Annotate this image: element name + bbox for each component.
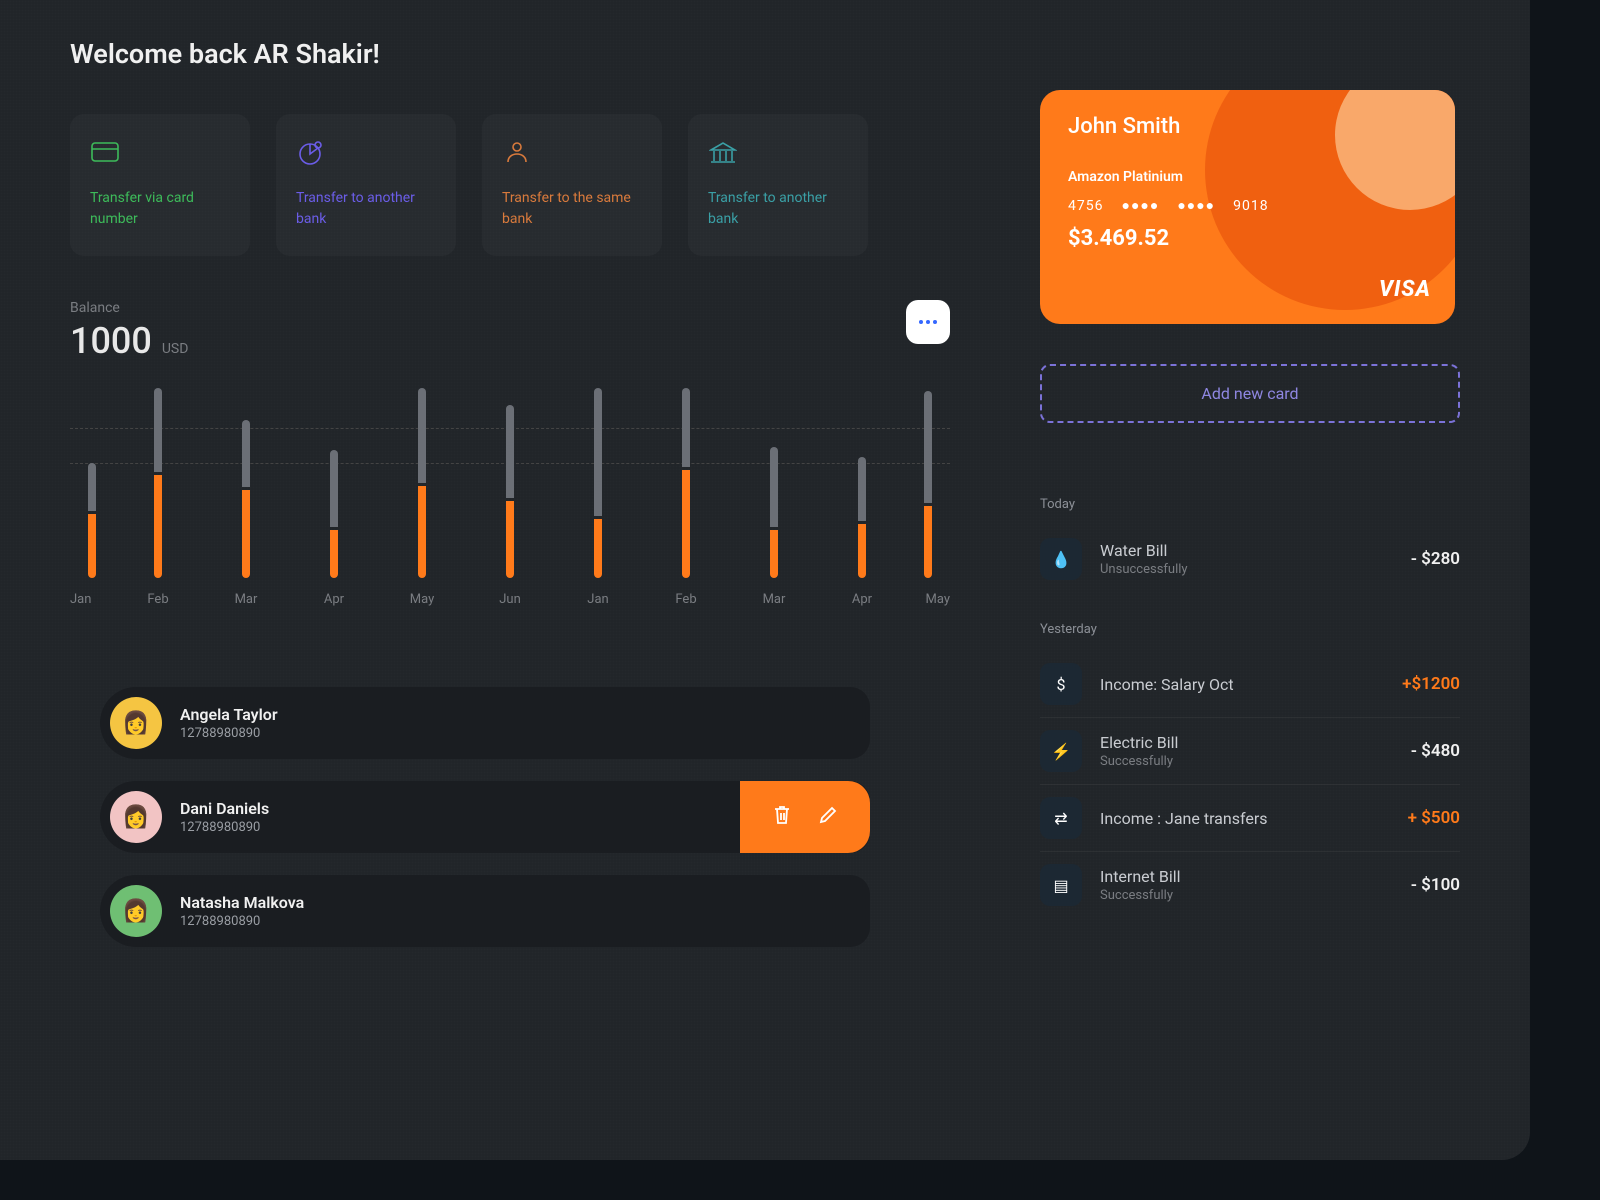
contact-row[interactable]: 👩 Angela Taylor 12788980890 (100, 687, 870, 759)
axis-label: May (906, 592, 950, 607)
avatar: 👩 (110, 885, 162, 937)
card-icon (90, 138, 120, 168)
internet-icon: ▤ (1040, 864, 1082, 906)
action-label: Transfer to the same bank (502, 188, 642, 230)
action-transfer-other-bank-2[interactable]: Transfer to another bank (688, 114, 868, 256)
tx-title: Internet Bill (1100, 867, 1393, 886)
contact-row[interactable]: 👩 Dani Daniels 12788980890 (100, 781, 870, 853)
electric-icon: ⚡ (1040, 730, 1082, 772)
action-transfer-other-bank[interactable]: Transfer to another bank (276, 114, 456, 256)
contact-name: Angela Taylor (180, 705, 278, 724)
avatar: 👩 (110, 791, 162, 843)
chart-bar (554, 388, 642, 578)
card-number: 4756●●●●●●●●9018 (1068, 197, 1427, 214)
transfer-icon: ⇄ (1040, 797, 1082, 839)
chart-bar (378, 388, 466, 578)
axis-label: Feb (642, 592, 730, 607)
tx-status: Unsuccessfully (1100, 562, 1393, 577)
dashboard-panel: Welcome back AR Shakir! Transfer via car… (0, 0, 1530, 1160)
axis-label: Apr (818, 592, 906, 607)
contact-row[interactable]: 👩 Natasha Malkova 12788980890 (100, 875, 870, 947)
pie-icon (296, 138, 326, 168)
right-column: John Smith Amazon Platinium 4756●●●●●●●●… (1040, 38, 1460, 1120)
credit-card[interactable]: John Smith Amazon Platinium 4756●●●●●●●●… (1040, 90, 1455, 324)
contact-number: 12788980890 (180, 726, 278, 741)
axis-label: May (378, 592, 466, 607)
action-transfer-card-number[interactable]: Transfer via card number (70, 114, 250, 256)
action-transfer-same-bank[interactable]: Transfer to the same bank (482, 114, 662, 256)
chart-bar (202, 388, 290, 578)
axis-label: Jun (466, 592, 554, 607)
axis-label: Mar (202, 592, 290, 607)
contact-name: Dani Daniels (180, 799, 269, 818)
contacts-list: 👩 Angela Taylor 12788980890 👩 Dani Daniels 12… (70, 687, 950, 947)
transaction-row[interactable]: ⚡ Electric Bill Successfully - $480 (1040, 718, 1460, 785)
card-plan: Amazon Platinium (1068, 169, 1427, 185)
chart-axis: JanFebMarAprMayJunJanFebMarAprMay (70, 592, 950, 607)
chart-bar (70, 388, 114, 578)
avatar: 👩 (110, 697, 162, 749)
action-label: Transfer via card number (90, 188, 230, 230)
balance-chart (70, 388, 950, 578)
chart-bar (114, 388, 202, 578)
axis-label: Jan (554, 592, 642, 607)
tx-title: Water Bill (1100, 541, 1393, 560)
axis-label: Mar (730, 592, 818, 607)
quick-actions-row: Transfer via card number Transfer to ano… (70, 114, 950, 256)
axis-label: Apr (290, 592, 378, 607)
tx-day-yesterday: Yesterday (1040, 622, 1460, 637)
chart-more-button[interactable] (906, 300, 950, 344)
balance-currency: USD (162, 341, 189, 357)
transactions-section: Today 💧 Water Bill Unsuccessfully - $280 Ye… (1040, 467, 1460, 918)
transaction-row[interactable]: ▤ Internet Bill Successfully - $100 (1040, 852, 1460, 918)
welcome-heading: Welcome back AR Shakir! (70, 38, 950, 70)
delete-icon[interactable] (772, 804, 792, 830)
action-label: Transfer to another bank (296, 188, 436, 230)
chart-bar (906, 388, 950, 578)
add-card-button[interactable]: Add new card (1040, 364, 1460, 423)
tx-amount: - $480 (1411, 741, 1460, 761)
chart-bar (730, 388, 818, 578)
transaction-row[interactable]: $ Income: Salary Oct +$1200 (1040, 651, 1460, 718)
balance-value: 1000 (70, 320, 152, 362)
water-icon: 💧 (1040, 538, 1082, 580)
tx-title: Electric Bill (1100, 733, 1393, 752)
tx-amount: + $500 (1408, 808, 1460, 828)
balance-label: Balance (70, 300, 188, 316)
left-column: Welcome back AR Shakir! Transfer via car… (70, 38, 950, 1120)
tx-amount: +$1200 (1402, 674, 1460, 694)
transaction-row[interactable]: 💧 Water Bill Unsuccessfully - $280 (1040, 526, 1460, 592)
card-balance: $3.469.52 (1068, 226, 1427, 251)
chart-bar (818, 388, 906, 578)
tx-amount: - $280 (1411, 549, 1460, 569)
tx-status: Successfully (1100, 888, 1393, 903)
axis-label: Feb (114, 592, 202, 607)
chart-bar (290, 388, 378, 578)
bank-icon (708, 138, 738, 168)
person-icon (502, 138, 532, 168)
chart-bar (466, 388, 554, 578)
salary-icon: $ (1040, 663, 1082, 705)
tx-day-today: Today (1040, 497, 1460, 512)
edit-icon[interactable] (818, 805, 838, 829)
card-brand: VISA (1379, 277, 1431, 302)
tx-amount: - $100 (1411, 875, 1460, 895)
action-label: Transfer to another bank (708, 188, 848, 230)
card-holder: John Smith (1068, 114, 1427, 139)
axis-label: Jan (70, 592, 114, 607)
contact-actions (740, 781, 870, 853)
contact-number: 12788980890 (180, 914, 304, 929)
tx-title: Income : Jane transfers (1100, 809, 1390, 828)
contact-name: Natasha Malkova (180, 893, 304, 912)
tx-status: Successfully (1100, 754, 1393, 769)
contact-number: 12788980890 (180, 820, 269, 835)
chart-bar (642, 388, 730, 578)
transaction-row[interactable]: ⇄ Income : Jane transfers + $500 (1040, 785, 1460, 852)
tx-title: Income: Salary Oct (1100, 675, 1384, 694)
